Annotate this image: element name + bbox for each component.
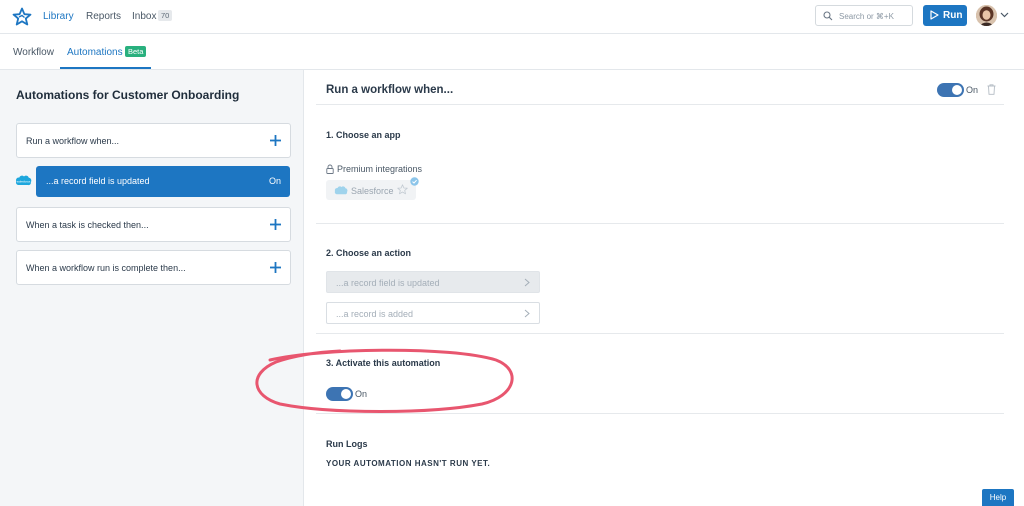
help-button[interactable]: Help (982, 489, 1014, 506)
plus-icon[interactable] (269, 218, 282, 231)
card-label: When a task is checked then... (26, 220, 149, 230)
beta-badge: Beta (125, 46, 147, 57)
toggle-knob (341, 389, 351, 399)
star-icon[interactable] (397, 184, 408, 195)
run-button[interactable]: Run (923, 5, 967, 26)
lock-icon (326, 164, 334, 174)
nav-reports[interactable]: Reports (86, 11, 121, 22)
trigger-card[interactable]: Run a workflow when... (16, 123, 291, 158)
action-card-task[interactable]: When a task is checked then... (16, 207, 291, 242)
inbox-count-badge: 70 (158, 10, 173, 21)
automation-toggle-label: On (966, 85, 979, 95)
automation-title: Run a workflow when... (326, 84, 454, 96)
play-icon (930, 10, 939, 20)
divider (316, 413, 1004, 414)
nav-library[interactable]: Library (43, 11, 74, 22)
salesforce-icon: salesforce (15, 175, 32, 186)
star-logo-icon[interactable] (12, 7, 32, 27)
chevron-right-icon (524, 278, 530, 287)
selected-trigger-card[interactable]: ...a record field is updated On (36, 166, 290, 197)
salesforce-icon (334, 186, 348, 195)
card-label: ...a record field is updated (46, 176, 150, 186)
toggle-knob (952, 85, 962, 95)
section-choose-app-title: 1. Choose an app (326, 130, 401, 140)
run-logs-title: Run Logs (326, 439, 368, 449)
divider (316, 333, 1004, 334)
search-box[interactable]: Search or ⌘+K (815, 5, 913, 26)
nav-inbox[interactable]: Inbox (132, 11, 156, 22)
tab-automations[interactable]: Automations (67, 47, 123, 58)
action-option-field-updated[interactable]: ...a record field is updated (326, 271, 540, 293)
check-badge-icon (410, 177, 419, 186)
action-option-label: ...a record is added (336, 309, 414, 319)
premium-integrations-label: Premium integrations (337, 164, 423, 174)
card-label: When a workflow run is complete then... (26, 263, 186, 273)
salesforce-app-chip[interactable]: Salesforce (326, 180, 416, 200)
sub-navigation: Workflow Automations Beta (0, 34, 1024, 70)
trash-icon[interactable] (987, 84, 996, 95)
automation-toggle[interactable] (937, 83, 964, 97)
automations-sidebar: Automations for Customer Onboarding Run … (0, 70, 304, 506)
top-bar: Library Reports Inbox 70 Search or ⌘+K R… (0, 0, 1024, 34)
search-placeholder: Search or ⌘+K (839, 11, 894, 21)
run-logs-empty-state: YOUR AUTOMATION HASN'T RUN YET. (326, 459, 491, 468)
action-option-record-added[interactable]: ...a record is added (326, 302, 540, 324)
app-name: Salesforce (351, 185, 394, 196)
search-icon (823, 11, 833, 21)
activate-toggle[interactable] (326, 387, 353, 401)
avatar[interactable] (976, 5, 997, 26)
divider (316, 104, 1004, 105)
chevron-down-icon[interactable] (1000, 12, 1009, 18)
activate-toggle-label: On (355, 389, 368, 399)
chevron-right-icon (524, 309, 530, 318)
tab-workflow[interactable]: Workflow (13, 47, 54, 58)
divider (316, 223, 1004, 224)
plus-icon[interactable] (269, 261, 282, 274)
svg-text:salesforce: salesforce (17, 179, 31, 183)
section-activate-title: 3. Activate this automation (326, 358, 441, 368)
action-card-workflow-complete[interactable]: When a workflow run is complete then... (16, 250, 291, 285)
sidebar-title: Automations for Customer Onboarding (16, 88, 240, 102)
plus-icon[interactable] (269, 134, 282, 147)
avatar-image (976, 5, 997, 26)
card-label: Run a workflow when... (26, 136, 120, 146)
card-status: On (268, 176, 281, 186)
action-option-label: ...a record field is updated (336, 278, 440, 288)
active-tab-indicator (60, 67, 151, 69)
run-button-label: Run (943, 10, 963, 21)
section-choose-action-title: 2. Choose an action (326, 248, 412, 258)
